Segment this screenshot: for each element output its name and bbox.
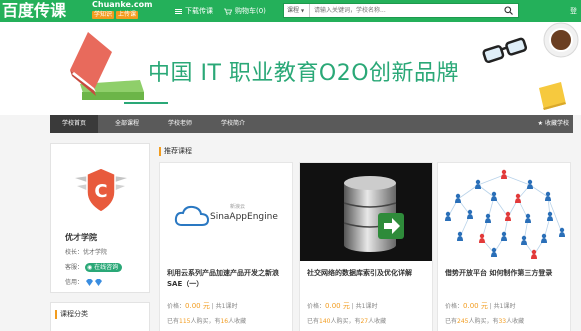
chat-icon: ◉ [86, 264, 93, 271]
course-price: 价格：0.00 元 | 共1课时 [445, 302, 516, 310]
site-logo[interactable]: 百度传课 [2, 1, 66, 21]
top-bar: 百度传课 Chuanke.com 学知识 上传课 下载传课 购物车(0) 课程 … [0, 0, 581, 22]
course-category-card: 课程分类 [50, 302, 150, 331]
course-title[interactable]: 借势开放平台 如何制作第三方登录 [445, 268, 567, 279]
network-person [541, 233, 547, 243]
course-thumbnail [300, 163, 432, 261]
network-link [503, 174, 531, 186]
sae-logo-text: SinaAppEngine [210, 212, 278, 222]
course-card[interactable]: SinaAppEngine 新浪云 利用云系列产品加速产品开发之新浪SAE（一）… [159, 162, 293, 331]
course-card[interactable]: 借势开放平台 如何制作第三方登录 价格：0.00 元 | 共1课时 已有245人… [437, 162, 571, 331]
logo-tag-learn: 学知识 [92, 11, 115, 19]
download-link[interactable]: 下载传课 [175, 5, 213, 17]
logo-tag-upload: 上传课 [116, 11, 139, 19]
category-title: 课程分类 [55, 310, 88, 319]
network-person [467, 209, 473, 219]
search-category-select[interactable]: 课程 ▼ [284, 4, 310, 17]
menu-icon [175, 8, 182, 14]
sae-small-label: 新浪云 [230, 204, 246, 210]
course-thumbnail [438, 163, 570, 261]
course-title[interactable]: 社交网络的数据库索引及优化详解 [307, 268, 429, 279]
school-name: 优才学院 [65, 233, 97, 242]
search-input[interactable] [314, 4, 494, 17]
login-link[interactable]: 登 [570, 5, 577, 17]
logo-tags: 学知识 上传课 [92, 11, 139, 19]
network-person [547, 211, 553, 221]
network-person [479, 233, 485, 243]
glasses-illustration [482, 37, 528, 64]
search-icon [503, 6, 513, 15]
online-consult-button[interactable]: ◉ 在线咨询 [84, 263, 123, 272]
cart-icon [224, 8, 232, 15]
tab-school-teachers[interactable]: 学校老师 [156, 115, 204, 133]
star-icon: ★ [537, 120, 544, 127]
collect-school-button[interactable]: ★ 收藏学校 [538, 115, 569, 133]
banner-title: 中国 IT 职业教育O2O创新品牌 [148, 61, 460, 86]
cloud-icon [174, 205, 210, 226]
recommend-title: 推荐课程 [159, 147, 192, 156]
banner: 中国 IT 职业教育O2O创新品牌 [0, 22, 581, 115]
tab-school-intro[interactable]: 学校简介 [209, 115, 257, 133]
tab-all-courses[interactable]: 全部课程 [103, 115, 151, 133]
svg-text:C: C [94, 181, 107, 202]
network-person [501, 169, 507, 179]
school-service: 客服： ◉ 在线咨询 [65, 262, 123, 272]
page: 百度传课 Chuanke.com 学知识 上传课 下载传课 购物车(0) 课程 … [0, 0, 581, 331]
course-thumbnail: SinaAppEngine 新浪云 [160, 163, 292, 261]
network-person [515, 193, 521, 203]
social-network-icon [445, 169, 565, 259]
network-link [477, 174, 505, 186]
course-stats: 已有245人购买，有33人收藏 [445, 318, 525, 325]
cart-label: 购物车(0) [235, 7, 266, 15]
school-logo: C [75, 167, 127, 213]
search-box: 课程 ▼ [283, 3, 519, 18]
tab-school-home[interactable]: 学校首页 [50, 115, 98, 133]
course-title[interactable]: 利用云系列产品加速产品开发之新浪SAE（一） [167, 268, 289, 290]
network-person [501, 231, 507, 241]
course-stats: 已有140人购买，有27人收藏 [307, 318, 387, 325]
course-card[interactable]: 社交网络的数据库索引及优化详解 价格：0.00 元 | 共1课时 已有140人购… [299, 162, 433, 331]
download-label: 下载传课 [185, 7, 213, 15]
sticky-note-illustration [539, 82, 566, 110]
network-person [521, 235, 527, 245]
cart-link[interactable]: 购物车(0) [224, 5, 266, 17]
network-person [545, 191, 551, 201]
course-price: 价格：0.00 元 | 共1课时 [167, 302, 238, 310]
chevron-down-icon: ▼ [300, 8, 305, 13]
network-person [485, 213, 491, 223]
site-logo-domain: Chuanke.com [92, 0, 153, 9]
search-button[interactable] [498, 4, 518, 17]
network-person [455, 193, 461, 203]
school-info-card: C 优才学院 校长：优才学院 客服： ◉ 在线咨询 信用： [50, 143, 150, 293]
course-stats: 已有115人购买，有16人收藏 [167, 318, 247, 325]
banner-line [124, 102, 168, 104]
diamond-icon [85, 279, 102, 286]
school-owner: 校长：优才学院 [65, 249, 108, 256]
network-link [457, 184, 479, 200]
network-person [559, 227, 565, 237]
school-nav: 学校首页 全部课程 学校老师 学校简介 ★ 收藏学校 [50, 115, 573, 133]
school-credit: 信用： [65, 277, 103, 286]
database-icon [343, 176, 404, 252]
coffee-cup-illustration [543, 22, 579, 58]
network-person [491, 191, 497, 201]
course-price: 价格：0.00 元 | 共1课时 [307, 302, 378, 310]
